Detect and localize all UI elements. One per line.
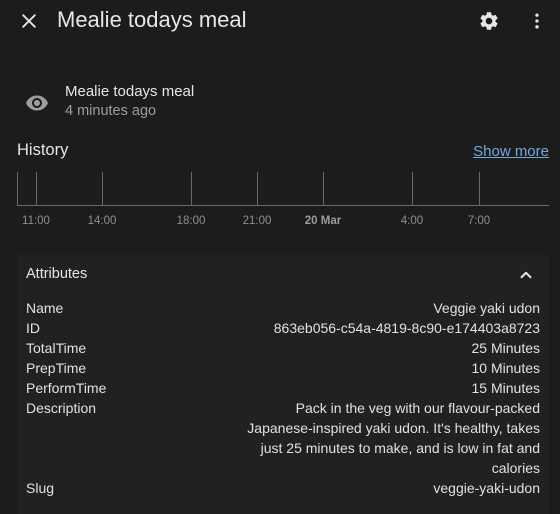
entity-name: Mealie todays meal bbox=[65, 83, 195, 100]
timeline-start-tick bbox=[17, 172, 18, 205]
attribute-key: Name bbox=[26, 300, 64, 316]
attribute-value: 25 Minutes bbox=[471, 340, 540, 356]
timeline-tick-label: 4:00 bbox=[400, 215, 424, 227]
dialog-header: Mealie todays meal bbox=[0, 0, 560, 42]
chevron-up-icon bbox=[520, 271, 532, 279]
timeline-tick-label: 11:00 bbox=[22, 215, 50, 227]
attribute-value: Pack in the veg with our flavour-packed … bbox=[247, 400, 540, 476]
timeline-tick-label: 18:00 bbox=[176, 215, 206, 227]
more-options-button[interactable] bbox=[522, 6, 552, 36]
more-vertical-icon bbox=[535, 13, 539, 29]
attribute-key: Description bbox=[26, 400, 97, 416]
collapse-button[interactable] bbox=[515, 264, 537, 286]
entity-icon bbox=[24, 90, 50, 116]
history-timeline[interactable]: 11:00 14:00 18:00 21:00 20 Mar 4:00 7:00 bbox=[17, 172, 549, 234]
attributes-list: Name Veggie yaki udon ID 863eb056-c54a-4… bbox=[26, 298, 540, 498]
attribute-key: PrepTime bbox=[26, 360, 87, 376]
attribute-value: 863eb056-c54a-4819-8c90-e174403a8723 bbox=[273, 320, 540, 336]
attribute-value: veggie-yaki-udon bbox=[433, 480, 540, 496]
timeline-tick bbox=[479, 172, 480, 205]
entity-state-row: Mealie todays meal 4 minutes ago bbox=[0, 80, 560, 128]
attribute-row: Description Pack in the veg with our fla… bbox=[26, 398, 540, 478]
attribute-row: ID 863eb056-c54a-4819-8c90-e174403a8723 bbox=[26, 318, 540, 338]
show-more-link[interactable]: Show more bbox=[473, 143, 549, 160]
close-icon bbox=[22, 14, 36, 28]
close-button[interactable] bbox=[14, 6, 44, 36]
timeline-tick bbox=[191, 172, 192, 205]
attribute-row: TotalTime 25 Minutes bbox=[26, 338, 540, 358]
entity-last-changed: 4 minutes ago bbox=[65, 103, 157, 119]
timeline-tick bbox=[102, 172, 103, 205]
timeline-baseline bbox=[17, 205, 549, 206]
timeline-tick-label: 20 Mar bbox=[304, 215, 342, 227]
attribute-key: TotalTime bbox=[26, 340, 87, 356]
attribute-row: Name Veggie yaki udon bbox=[26, 298, 540, 318]
timeline-tick bbox=[323, 172, 324, 205]
attribute-key: Slug bbox=[26, 480, 55, 496]
timeline-tick bbox=[36, 172, 37, 205]
attribute-value: 15 Minutes bbox=[471, 380, 540, 396]
eye-icon bbox=[26, 95, 48, 111]
attributes-title[interactable]: Attributes bbox=[26, 266, 87, 282]
attribute-key: PerformTime bbox=[26, 380, 107, 396]
timeline-tick-label: 7:00 bbox=[467, 215, 491, 227]
timeline-tick bbox=[412, 172, 413, 205]
timeline-tick-label: 21:00 bbox=[242, 215, 272, 227]
attribute-row: Slug veggie-yaki-udon bbox=[26, 478, 540, 498]
attribute-key: ID bbox=[26, 320, 40, 336]
settings-button[interactable] bbox=[474, 6, 504, 36]
history-title: History bbox=[17, 141, 69, 159]
attribute-row: PerformTime 15 Minutes bbox=[26, 378, 540, 398]
attributes-panel: Attributes Name Veggie yaki udon ID 863e… bbox=[17, 255, 549, 514]
attribute-value: 10 Minutes bbox=[471, 360, 540, 376]
timeline-tick bbox=[257, 172, 258, 205]
gear-icon bbox=[480, 12, 498, 30]
attribute-row: PrepTime 10 Minutes bbox=[26, 358, 540, 378]
timeline-tick-label: 14:00 bbox=[87, 215, 117, 227]
attribute-value: Veggie yaki udon bbox=[433, 300, 540, 316]
dialog-title: Mealie todays meal bbox=[57, 7, 247, 32]
